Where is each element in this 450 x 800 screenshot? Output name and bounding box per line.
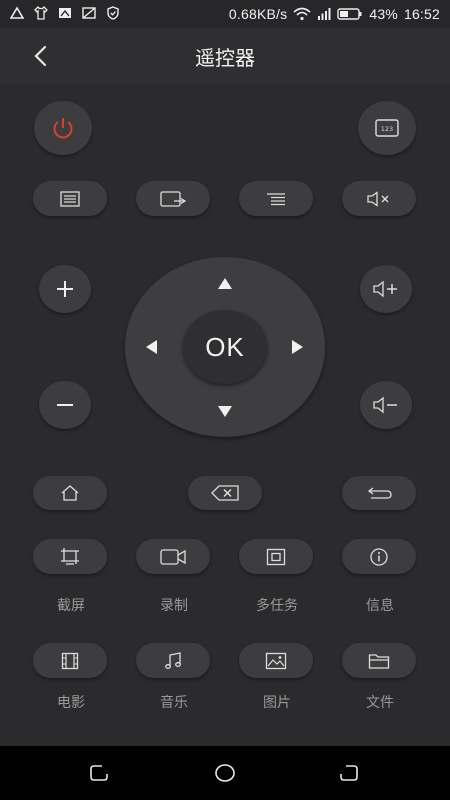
file-label: 文件 [366,695,394,711]
dpad-up-arrow-icon[interactable] [216,275,234,293]
volume-down-button[interactable] [360,381,412,429]
battery-percent: 43% [369,6,398,22]
system-nav-bar [0,746,450,800]
return-arrow-icon [367,487,392,499]
options-lines-icon [267,192,285,205]
plus-icon [57,281,73,297]
multitask-button[interactable] [239,539,313,574]
input-source-button[interactable] [136,181,210,216]
numpad-icon: 123 [375,119,399,137]
home-icon [61,485,79,501]
page-title: 遥控器 [195,46,255,70]
music-button[interactable] [136,643,210,678]
record-label: 录制 [160,598,188,614]
numpad-button[interactable]: 123 [358,101,416,155]
screenshot-label: 截屏 [57,598,85,614]
volume-up-icon [373,280,397,298]
volume-down-icon [373,396,397,414]
power-button[interactable] [34,101,92,155]
power-icon [53,118,73,139]
app-header: 遥控器 [0,28,450,84]
image-notification-icon [82,7,96,19]
info-button[interactable] [342,539,416,574]
film-icon [61,652,79,669]
wifi-icon [293,7,311,21]
battery-icon [337,8,362,20]
home-button[interactable] [33,476,107,510]
signal-icon [318,8,331,20]
picture-label: 图片 [263,695,291,711]
delete-button[interactable] [188,476,262,510]
file-button[interactable] [342,643,416,678]
channel-up-button[interactable] [39,265,91,313]
svg-text:123: 123 [381,125,393,133]
folder-icon [368,653,390,669]
dpad-left-arrow-icon[interactable] [143,338,161,356]
ok-button[interactable]: OK [183,310,267,384]
picture-button[interactable] [239,643,313,678]
multitask-label: 多任务 [256,598,298,614]
status-bar-right: 0.68KB/s 43% 16:52 [229,6,440,22]
ok-label: OK [205,331,245,362]
multitask-icon [266,548,286,565]
status-bar-left-icons [10,6,120,20]
volume-up-button[interactable] [360,265,412,313]
options-button[interactable] [239,181,313,216]
home-circle-icon[interactable] [214,762,236,784]
music-note-icon [165,651,181,669]
input-source-icon [160,190,186,207]
screenshot-button[interactable] [33,539,107,574]
triangle-icon [10,6,24,19]
nav-back-icon[interactable] [338,762,360,784]
music-label: 音乐 [160,695,188,711]
movie-label: 电影 [57,695,85,711]
minus-icon [57,404,73,406]
backspace-icon [211,485,239,501]
clock: 16:52 [403,6,440,22]
shield-icon [107,6,119,20]
record-button[interactable] [136,539,210,574]
menu-button[interactable] [33,181,107,216]
net-speed: 0.68KB/s [228,6,288,22]
movie-button[interactable] [33,643,107,678]
tshirt-icon [34,6,48,20]
info-label: 信息 [366,598,394,614]
menu-list-icon [60,190,80,207]
dpad-down-arrow-icon[interactable] [216,402,234,420]
mute-button[interactable] [342,181,416,216]
recent-apps-icon[interactable] [88,762,110,784]
status-bar: 0.68KB/s 43% 16:52 [0,0,450,28]
info-icon [370,547,388,566]
return-button[interactable] [342,476,416,510]
screenshot-icon [61,547,79,565]
picture-icon [265,652,287,669]
notification-icon [59,8,71,18]
dpad-right-arrow-icon[interactable] [288,338,306,356]
mute-icon [367,190,389,207]
video-camera-icon [160,548,186,565]
channel-down-button[interactable] [39,381,91,429]
